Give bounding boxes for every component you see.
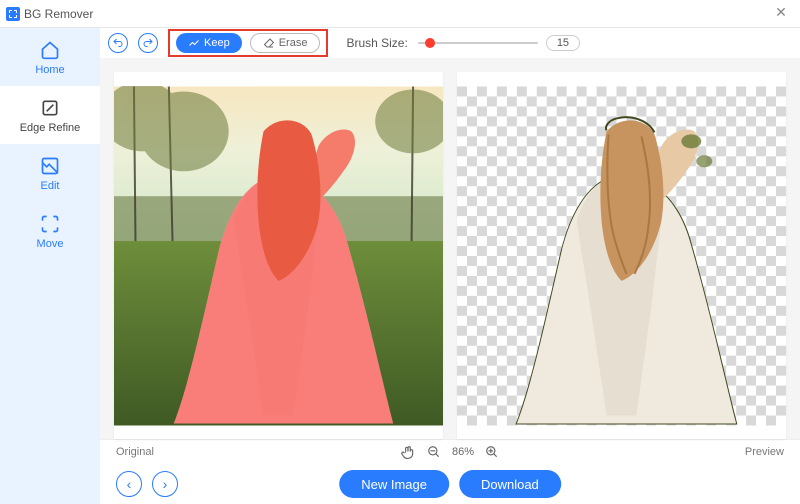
home-icon [0, 40, 100, 60]
edit-icon [0, 156, 100, 176]
preview-label: Preview [745, 446, 784, 458]
sidebar-item-label: Move [37, 238, 64, 250]
sidebar: Home Edge Refine Edit Move [0, 28, 100, 504]
toolbar: Keep Erase Brush Size: 15 [100, 28, 800, 58]
new-image-button[interactable]: New Image [339, 470, 449, 498]
sidebar-item-edit[interactable]: Edit [0, 144, 100, 202]
sidebar-item-home[interactable]: Home [0, 28, 100, 86]
erase-button[interactable]: Erase [250, 33, 321, 53]
sidebar-item-edge-refine[interactable]: Edge Refine [0, 86, 100, 144]
edge-refine-icon [0, 98, 100, 118]
close-icon[interactable]: ✕ [772, 4, 790, 22]
brush-size-value: 15 [546, 35, 580, 51]
zoom-controls: 86% [400, 444, 500, 460]
app-logo-icon [6, 7, 20, 21]
erase-label: Erase [279, 37, 308, 49]
redo-button[interactable] [138, 33, 158, 53]
next-image-button[interactable]: › [152, 471, 178, 497]
pan-icon[interactable] [400, 444, 416, 460]
download-button[interactable]: Download [459, 470, 561, 498]
original-label: Original [116, 446, 154, 458]
zoom-out-icon[interactable] [426, 444, 442, 460]
prev-image-button[interactable]: ‹ [116, 471, 142, 497]
keep-erase-highlight: Keep Erase [168, 29, 328, 57]
undo-button[interactable] [108, 33, 128, 53]
keep-button[interactable]: Keep [176, 33, 242, 53]
preview-panel[interactable] [457, 72, 786, 439]
zoom-level: 86% [452, 446, 474, 458]
zoom-in-icon[interactable] [484, 444, 500, 460]
original-panel[interactable] [114, 72, 443, 439]
sidebar-item-move[interactable]: Move [0, 202, 100, 260]
sidebar-item-label: Edge Refine [20, 122, 81, 134]
sidebar-item-label: Home [35, 64, 64, 76]
sidebar-item-label: Edit [41, 180, 60, 192]
move-icon [0, 214, 100, 234]
brush-size-label: Brush Size: [346, 36, 407, 50]
slider-knob[interactable] [425, 38, 435, 48]
app-title: BG Remover [24, 7, 93, 21]
brush-size-slider[interactable] [418, 42, 538, 44]
keep-label: Keep [204, 37, 230, 49]
